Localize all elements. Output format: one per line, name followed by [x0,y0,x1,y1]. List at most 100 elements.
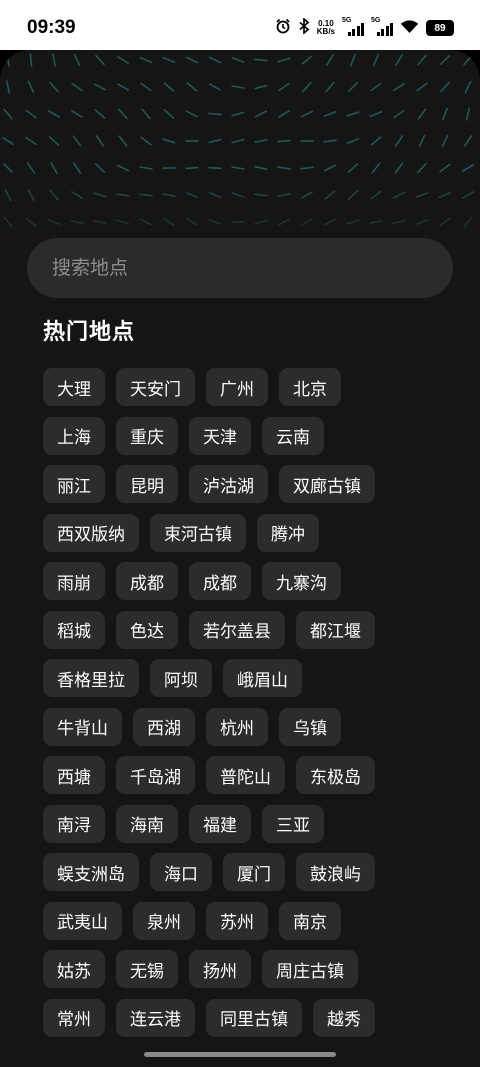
place-chip[interactable]: 若尔盖县 [189,610,285,649]
place-chip[interactable]: 福建 [189,804,251,843]
place-chip[interactable]: 无锡 [116,950,178,988]
place-chip[interactable]: 上海 [43,416,105,455]
place-chip[interactable]: 阿坝 [150,659,212,697]
tag-row: 西双版纳 束河古镇 腾冲 [43,513,443,552]
place-chip[interactable]: 南浔 [43,804,105,843]
pattern-stroke [415,219,429,225]
place-chip[interactable]: 天津 [189,416,251,455]
place-chip[interactable]: 东极岛 [296,756,375,794]
pattern-stroke [300,166,314,170]
pattern-stroke [3,216,13,228]
pattern-stroke [6,53,10,67]
place-chip[interactable]: 同里古镇 [206,998,302,1037]
place-chip[interactable]: 鼓浪屿 [296,853,375,891]
place-chip[interactable]: 苏州 [206,901,268,940]
place-chip[interactable]: 香格里拉 [43,659,139,697]
pattern-stroke [277,218,291,226]
pattern-stroke [301,218,313,226]
pattern-stroke [323,111,337,117]
pattern-stroke [349,53,357,67]
pattern-stroke [185,110,199,118]
pattern-stroke [95,135,105,147]
pattern-stroke [394,135,404,147]
place-chip[interactable]: 扬州 [189,950,251,988]
place-chip[interactable]: 西双版纳 [43,513,139,552]
pattern-stroke [93,192,107,198]
pattern-stroke [25,217,37,227]
place-chip[interactable]: 北京 [279,368,341,406]
pattern-stroke [185,192,199,198]
place-chip[interactable]: 西湖 [133,707,195,746]
place-chip[interactable]: 姑苏 [43,950,105,988]
pattern-stroke [26,162,36,174]
pattern-stroke [139,166,153,170]
pattern-stroke [417,108,427,120]
pattern-stroke [71,109,83,118]
place-chip[interactable]: 成都 [189,562,251,600]
place-chip[interactable]: 牛背山 [43,707,122,746]
place-chip[interactable]: 腾冲 [257,513,319,552]
decorative-line-pattern [2,53,475,228]
place-chip[interactable]: 海口 [150,853,212,891]
place-chip[interactable]: 常州 [43,998,105,1037]
place-chip[interactable]: 西塘 [43,756,105,794]
place-chip[interactable]: 束河古镇 [150,513,246,552]
pattern-stroke [2,162,13,174]
pattern-stroke [300,110,314,118]
place-chip[interactable]: 双廊古镇 [279,465,375,503]
home-indicator[interactable] [144,1052,336,1057]
pattern-stroke [4,188,12,202]
place-chip[interactable]: 蜈支洲岛 [43,853,139,891]
wifi-icon [400,19,419,38]
place-chip[interactable]: 重庆 [116,416,178,455]
place-chip[interactable]: 三亚 [262,804,324,843]
pattern-stroke [3,108,13,120]
place-chip[interactable]: 雨崩 [43,562,105,600]
place-chip[interactable]: 泸沽湖 [189,465,268,503]
pattern-stroke [116,219,130,225]
pattern-stroke [347,163,359,173]
battery-icon: 89 [426,20,454,36]
place-chip[interactable]: 稻城 [43,610,105,649]
place-chip[interactable]: 南京 [279,901,341,940]
search-input[interactable] [50,256,453,280]
place-chip[interactable]: 连云港 [116,998,195,1037]
pattern-stroke [463,216,473,228]
pattern-stroke [6,80,10,94]
place-chip[interactable]: 普陀山 [206,756,285,794]
place-chip[interactable]: 大理 [43,368,105,406]
pattern-stroke [277,57,291,63]
pattern-stroke [393,82,405,92]
pattern-stroke [72,135,82,147]
pattern-stroke [441,107,449,121]
pattern-stroke [208,56,222,64]
place-chip[interactable]: 广州 [206,368,268,406]
place-chip[interactable]: 厦门 [223,853,285,891]
search-bar[interactable] [27,238,453,298]
place-chip[interactable]: 丽江 [43,465,105,503]
pattern-stroke [463,135,473,147]
pattern-stroke [393,109,405,119]
place-chip[interactable]: 海南 [116,804,178,843]
pattern-stroke [254,110,268,118]
place-chip[interactable]: 千岛湖 [116,756,195,794]
place-chip[interactable]: 都江堰 [296,610,375,649]
place-chip[interactable]: 峨眉山 [223,659,302,697]
place-chip[interactable]: 天安门 [116,368,195,406]
place-chip[interactable]: 色达 [116,610,178,649]
place-chip[interactable]: 周庄古镇 [262,950,358,988]
status-bar: 09:39 0.10 KB/s 5G 5G 89 [0,0,480,50]
pattern-stroke [301,55,313,65]
place-chip[interactable]: 武夷山 [43,901,122,940]
pattern-stroke [302,81,312,93]
pattern-stroke [48,136,60,146]
place-chip[interactable]: 云南 [262,416,324,455]
place-chip[interactable]: 昆明 [116,465,178,503]
place-chip[interactable]: 泉州 [133,901,195,940]
pattern-stroke [208,166,222,170]
place-chip[interactable]: 杭州 [206,707,268,746]
place-chip[interactable]: 乌镇 [279,707,341,746]
place-chip[interactable]: 成都 [116,562,178,600]
place-chip[interactable]: 越秀 [313,998,375,1037]
place-chip[interactable]: 九寨沟 [262,562,341,600]
